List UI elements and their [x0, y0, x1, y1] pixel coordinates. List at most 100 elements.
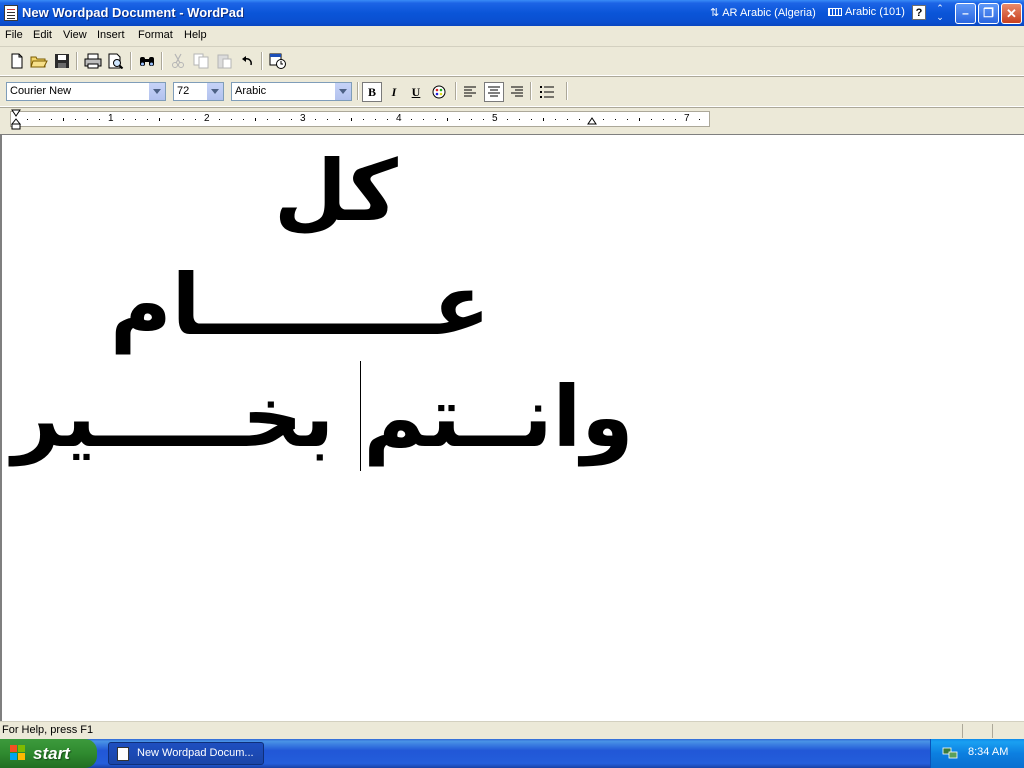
ruler-tick [39, 119, 40, 120]
language-arrows-icon: ⇅ [710, 7, 720, 19]
wordpad-app-icon[interactable] [4, 5, 18, 21]
language-indicator[interactable]: ⇅ AR Arabic (Algeria) [710, 6, 816, 19]
ruler-tick [27, 119, 28, 120]
ruler[interactable]: 1 2 3 4 5 7 [0, 107, 1024, 133]
standard-toolbar [0, 47, 1024, 76]
document-line-2: عــــــــام [110, 256, 491, 354]
print-preview-icon[interactable] [107, 52, 125, 70]
ruler-tick [195, 119, 196, 120]
ruler-tick [627, 119, 628, 120]
menu-insert[interactable]: Insert [97, 29, 125, 41]
wordpad-app-icon [117, 747, 129, 761]
clock[interactable]: 8:34 AM [968, 746, 1008, 758]
ruler-tick [63, 118, 64, 121]
font-size-value: 72 [177, 85, 190, 97]
menu-file[interactable]: File [5, 29, 23, 41]
ruler-tick [315, 119, 316, 120]
ruler-tick [219, 119, 220, 120]
ruler-tick [231, 119, 232, 120]
ruler-tick [483, 119, 484, 120]
chevron-down-icon[interactable] [334, 83, 351, 100]
menu-edit[interactable]: Edit [33, 29, 52, 41]
document-area[interactable]: كل عــــــــام وانــتم بخـــــير [0, 134, 1024, 721]
title-bar[interactable]: New Wordpad Document - WordPad ⇅ AR Arabi… [0, 0, 1024, 26]
language-bar-options-icon[interactable]: ⌃ ⌄ [934, 4, 946, 22]
ruler-tick [351, 118, 352, 121]
undo-icon[interactable] [238, 52, 256, 70]
restore-button[interactable]: ❐ [978, 3, 999, 24]
text-caret [360, 361, 361, 471]
keyboard-indicator[interactable]: Arabic (101) [828, 6, 905, 18]
chevron-down-icon[interactable] [206, 83, 223, 100]
align-right-icon[interactable] [507, 82, 527, 102]
right-indent-marker[interactable] [587, 117, 597, 127]
bullets-icon[interactable] [537, 82, 557, 102]
taskbar-item-wordpad[interactable]: New Wordpad Docum... [108, 742, 264, 765]
ruler-tick [423, 119, 424, 120]
document-line-1: كل [274, 142, 398, 240]
start-label: start [33, 744, 70, 763]
toolbar-separator [76, 52, 77, 70]
script-select[interactable]: Arabic [231, 82, 352, 101]
underline-button[interactable]: U [406, 82, 426, 102]
menu-help[interactable]: Help [184, 29, 207, 41]
menu-view[interactable]: View [63, 29, 87, 41]
start-button[interactable]: start [0, 739, 97, 768]
ruler-number: 2 [204, 113, 210, 124]
language-bar-help-button[interactable]: ? [912, 5, 926, 20]
align-center-icon[interactable] [484, 82, 504, 102]
minimize-button[interactable]: – [955, 3, 976, 24]
chevron-down-icon[interactable] [148, 83, 165, 100]
ruler-tick [327, 119, 328, 120]
ruler-tick [651, 119, 652, 120]
ruler-tick [99, 119, 100, 120]
format-bar: Courier New 72 Arabic B I U [0, 77, 1024, 107]
toolbar-separator [161, 52, 162, 70]
print-icon[interactable] [84, 52, 102, 70]
toolbar-separator [261, 52, 262, 70]
ruler-tick [387, 119, 388, 120]
ruler-tick [699, 119, 700, 120]
ruler-tick [411, 119, 412, 120]
taskbar-item-label: New Wordpad Docum... [137, 747, 254, 759]
ruler-tick [267, 119, 268, 120]
bold-button[interactable]: B [362, 82, 382, 102]
ruler-tick [543, 118, 544, 121]
ruler-tick [519, 119, 520, 120]
insert-datetime-icon[interactable] [269, 52, 287, 70]
ruler-tick [171, 119, 172, 120]
ruler-scale: 1 2 3 4 5 7 [10, 111, 710, 127]
ruler-tick [147, 119, 148, 120]
toolbar-separator [566, 82, 567, 100]
menu-format[interactable]: Format [138, 29, 173, 41]
italic-button[interactable]: I [384, 82, 404, 102]
align-left-icon[interactable] [460, 82, 480, 102]
network-icon[interactable] [942, 746, 958, 760]
new-document-icon[interactable] [8, 52, 26, 70]
left-indent-marker[interactable] [11, 109, 21, 131]
ruler-tick [51, 119, 52, 120]
ruler-tick [615, 119, 616, 120]
ruler-tick [87, 119, 88, 120]
window-title: New Wordpad Document - WordPad [22, 5, 244, 20]
toolbar-separator [357, 82, 358, 100]
ruler-tick [471, 119, 472, 120]
ruler-tick [363, 119, 364, 120]
cut-icon[interactable] [169, 52, 187, 70]
status-help-text: For Help, press F1 [2, 724, 94, 736]
copy-icon[interactable] [192, 52, 210, 70]
ruler-tick [507, 119, 508, 120]
language-label: AR Arabic (Algeria) [722, 7, 816, 19]
taskbar: start New Wordpad Docum... 8:34 AM [0, 739, 1024, 768]
font-name-select[interactable]: Courier New [6, 82, 166, 101]
ruler-number: 1 [108, 113, 114, 124]
paste-icon[interactable] [215, 52, 233, 70]
find-icon[interactable] [138, 52, 156, 70]
open-icon[interactable] [30, 52, 48, 70]
save-icon[interactable] [53, 52, 71, 70]
color-palette-icon[interactable] [429, 82, 449, 102]
ruler-tick [123, 119, 124, 120]
font-size-select[interactable]: 72 [173, 82, 224, 101]
ruler-tick [135, 119, 136, 120]
close-button[interactable]: ✕ [1001, 3, 1022, 24]
